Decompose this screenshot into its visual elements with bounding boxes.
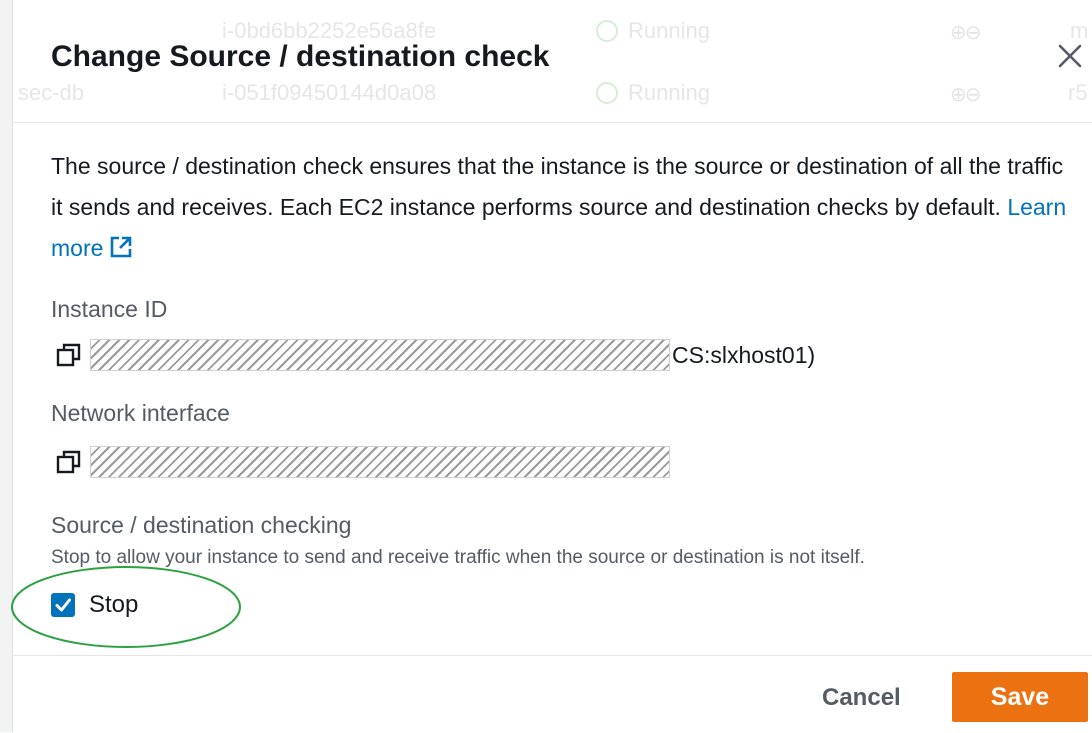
network-interface-value-row — [56, 445, 670, 479]
save-button[interactable]: Save — [952, 672, 1088, 722]
redacted-network-interface — [90, 446, 670, 478]
network-interface-label: Network interface — [51, 400, 230, 426]
instance-id-value: CS:slxhost01) — [672, 341, 816, 368]
modal-footer: Cancel Save — [12, 655, 1092, 733]
close-button[interactable] — [1052, 38, 1088, 74]
modal-description: The source / destination check ensures t… — [51, 146, 1076, 269]
stop-checkbox[interactable] — [51, 593, 75, 617]
checkmark-icon — [55, 598, 71, 612]
cancel-button[interactable]: Cancel — [808, 674, 915, 722]
modal-title: Change Source / destination check — [51, 40, 550, 73]
copy-icon[interactable] — [56, 449, 82, 475]
copy-icon[interactable] — [56, 342, 82, 368]
modal-header: Change Source / destination check — [12, 0, 1092, 123]
external-link-icon — [111, 236, 132, 258]
stop-checkbox-row[interactable]: Stop — [51, 588, 138, 622]
instance-id-label: Instance ID — [51, 296, 168, 322]
instance-id-value-row: CS:slxhost01) — [56, 338, 815, 372]
close-icon — [1058, 44, 1082, 68]
source-destination-checking-label: Source / destination checking — [51, 512, 352, 538]
source-destination-check-modal: Change Source / destination check The so… — [11, 0, 1092, 733]
redacted-instance-id — [90, 339, 670, 371]
stop-checkbox-label: Stop — [89, 591, 139, 618]
description-text: The source / destination check ensures t… — [51, 153, 1064, 220]
